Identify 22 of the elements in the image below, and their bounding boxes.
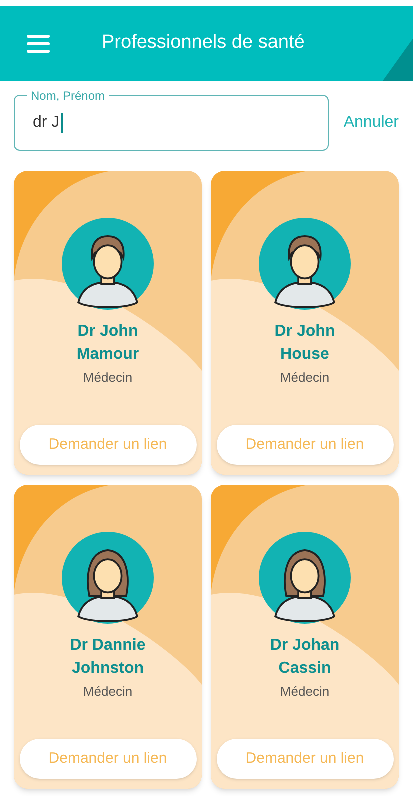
- header-title: Professionnels de santé: [102, 31, 305, 56]
- request-link-button[interactable]: Demander un lien: [20, 739, 196, 779]
- professional-role: Médecin: [83, 369, 133, 387]
- text-cursor: [60, 113, 63, 133]
- professional-role: Médecin: [280, 683, 330, 701]
- menu-icon[interactable]: [27, 34, 50, 52]
- avatar-icon: [62, 218, 154, 310]
- professional-role: Médecin: [280, 369, 330, 387]
- cancel-button[interactable]: Annuler: [344, 111, 399, 135]
- professional-name: Dr John House: [274, 322, 336, 365]
- avatar-icon: [62, 532, 154, 624]
- request-link-button[interactable]: Demander un lien: [20, 425, 196, 465]
- corner-decoration: [383, 39, 413, 81]
- request-link-button[interactable]: Demander un lien: [216, 425, 394, 465]
- professional-name: Dr Dannie Johnston: [69, 636, 147, 679]
- field-value: dr J: [33, 113, 60, 133]
- avatar-icon: [259, 532, 351, 624]
- professional-name: Dr John Mamour: [76, 322, 140, 365]
- professional-name: Dr Johan Cassin: [269, 636, 341, 679]
- request-link-button[interactable]: Demander un lien: [216, 739, 394, 779]
- avatar-icon: [259, 218, 351, 310]
- professional-role: Médecin: [83, 683, 133, 701]
